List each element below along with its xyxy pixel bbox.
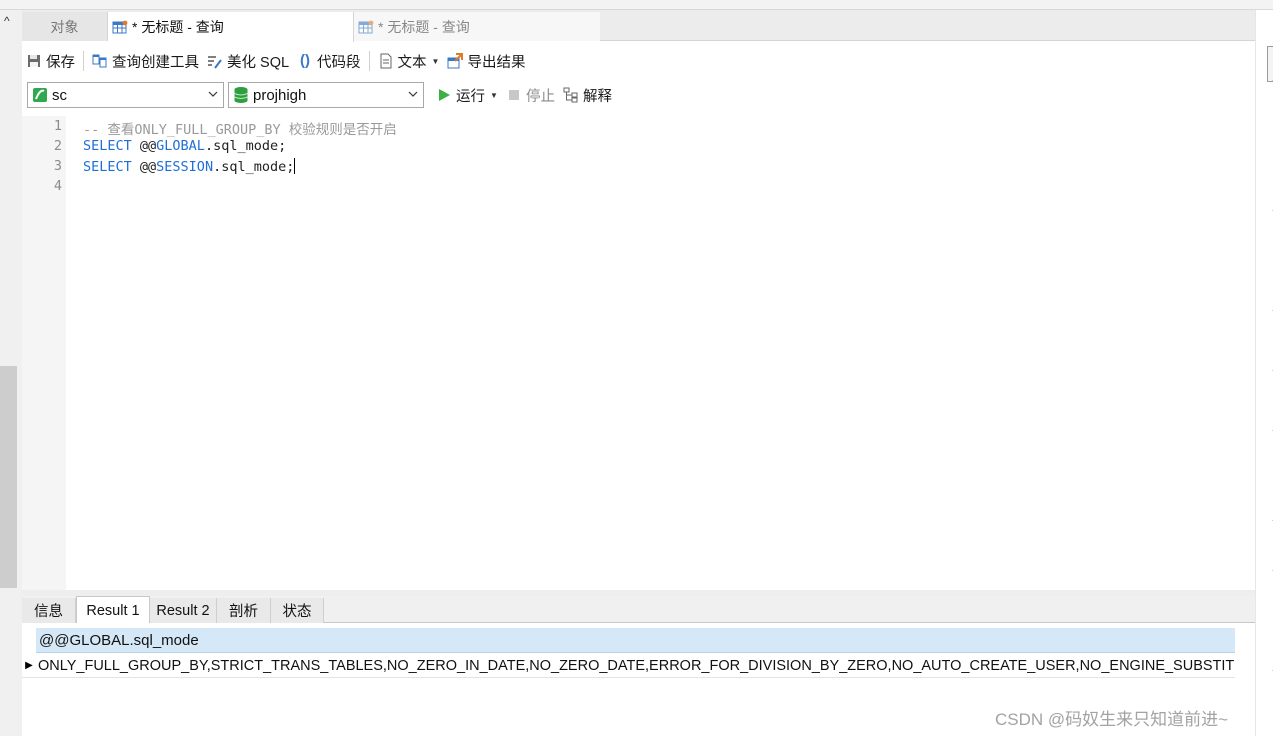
beautify-sql-label: 美化 SQL	[227, 54, 290, 71]
connection-icon	[33, 88, 47, 102]
run-button[interactable]: 运行 ▼	[432, 83, 502, 107]
table-cell[interactable]: ONLY_FULL_GROUP_BY,STRICT_TRANS_TABLES,N…	[36, 658, 1235, 674]
export-results-label: 导出结果	[467, 54, 526, 71]
query-builder-icon	[92, 54, 107, 68]
table-row[interactable]: ▶ ONLY_FULL_GROUP_BY,STRICT_TRANS_TABLES…	[22, 654, 1235, 678]
sql-text: .sql_mode;	[204, 138, 287, 154]
tab-query-active[interactable]: * 无标题 - 查询	[108, 12, 354, 42]
tab-query-2-label: * 无标题 - 查询	[378, 18, 470, 35]
query-toolbar: sc projhigh 运行 ▼ 停止 解释	[22, 80, 1255, 110]
export-results-button[interactable]: 导出结果	[443, 49, 529, 73]
query-builder-label: 查询创建工具	[112, 54, 199, 71]
beautify-sql-button[interactable]: 美化 SQL	[203, 49, 293, 73]
chevron-down-icon[interactable]	[408, 89, 418, 99]
stop-button[interactable]: 停止	[502, 83, 559, 107]
current-row-arrow-icon: ▶	[25, 660, 33, 671]
panel-handle[interactable]	[1267, 46, 1273, 82]
stop-label: 停止	[526, 88, 555, 105]
toolbar-divider	[83, 51, 84, 71]
caret-down-icon[interactable]: ▼	[490, 91, 498, 100]
tab-profile[interactable]: 剖析	[217, 598, 271, 623]
collapse-up-icon[interactable]: ^	[4, 14, 10, 28]
code-snippets-button[interactable]: () 代码段	[293, 49, 365, 73]
sql-variable: SESSION	[156, 159, 214, 175]
code-line: SELECT @@SESSION.sql_mode;	[83, 158, 296, 175]
sql-keyword: SELECT	[83, 138, 132, 154]
tab-result-2[interactable]: Result 2	[150, 598, 217, 623]
menu-bar	[0, 0, 1273, 10]
database-select[interactable]: projhigh	[228, 82, 424, 108]
connection-value: sc	[52, 86, 67, 104]
toolbar-divider	[368, 51, 370, 71]
tab-objects-label: 对象	[50, 18, 79, 35]
query-table-icon	[358, 20, 374, 33]
sql-variable: GLOBAL	[156, 138, 205, 154]
code-line: -- 查看ONLY_FULL_GROUP_BY 校验规则是否开启	[83, 118, 397, 138]
line-number-gutter: 1 2 3 4	[22, 116, 66, 590]
explain-label: 解释	[583, 88, 612, 105]
tab-objects[interactable]: 对象	[22, 12, 108, 41]
left-panel-collapsed: ^	[0, 10, 22, 736]
tab-result-1[interactable]: Result 1	[76, 596, 150, 624]
export-icon	[447, 53, 464, 69]
floppy-disk-icon	[28, 55, 40, 67]
document-icon	[380, 53, 392, 69]
text-mode-label: 文本	[397, 54, 427, 71]
explain-button[interactable]: 解释	[559, 83, 616, 107]
tab-query-inactive[interactable]: * 无标题 - 查询	[354, 12, 600, 41]
tab-status[interactable]: 状态	[271, 598, 324, 623]
stop-icon	[509, 90, 519, 100]
left-scrollbar-thumb[interactable]	[0, 366, 17, 588]
connection-select[interactable]: sc	[27, 82, 224, 108]
sql-comment: -- 查看ONLY_FULL_GROUP_BY 校验规则是否开启	[83, 122, 397, 138]
sql-keyword: SELECT	[83, 159, 132, 175]
snippets-label: 代码段	[317, 54, 361, 71]
text-cursor	[294, 158, 296, 174]
sql-editor[interactable]: 1 2 3 4 -- 查看ONLY_FULL_GROUP_BY 校验规则是否开启…	[22, 116, 1255, 590]
editor-toolbar: 保存 查询创建工具 美化 SQL () 代码段 文本 ▼ 导出结果	[22, 46, 1255, 76]
save-label: 保存	[46, 54, 75, 71]
run-label: 运行	[456, 88, 485, 105]
tab-info[interactable]: 信息	[22, 598, 76, 623]
column-header[interactable]: @@GLOBAL.sql_mode	[36, 628, 1235, 653]
query-table-icon	[112, 20, 128, 34]
watermark: CSDN @码奴生来只知道前进~	[995, 710, 1229, 729]
line-number: 4	[53, 178, 62, 194]
query-builder-button[interactable]: 查询创建工具	[88, 49, 203, 73]
line-number: 3	[53, 158, 62, 174]
sql-text: @@	[131, 159, 157, 175]
line-number: 2	[53, 138, 62, 154]
caret-down-icon[interactable]: ▼	[432, 57, 440, 66]
text-mode-button[interactable]: 文本 ▼	[374, 49, 444, 73]
result-tab-bar: 信息 Result 1 Result 2 剖析 状态	[22, 596, 1255, 624]
tab-query-1-label: * 无标题 - 查询	[132, 19, 224, 35]
database-icon	[234, 87, 248, 103]
sql-text: .sql_mode;	[213, 159, 295, 175]
parentheses-icon: ()	[300, 52, 311, 69]
sql-text: @@	[131, 138, 157, 154]
chevron-down-icon[interactable]	[208, 89, 218, 99]
explain-tree-icon	[563, 87, 578, 103]
line-number: 1	[53, 118, 62, 134]
play-icon	[439, 89, 450, 101]
right-side-panel	[1255, 10, 1273, 736]
tab-bar: 对象 * 无标题 - 查询 * 无标题 - 查询	[22, 10, 1255, 42]
code-line: SELECT @@GLOBAL.sql_mode;	[83, 138, 286, 154]
save-button[interactable]: 保存	[22, 49, 79, 73]
database-value: projhigh	[253, 86, 307, 104]
beautify-wand-icon	[208, 56, 222, 69]
